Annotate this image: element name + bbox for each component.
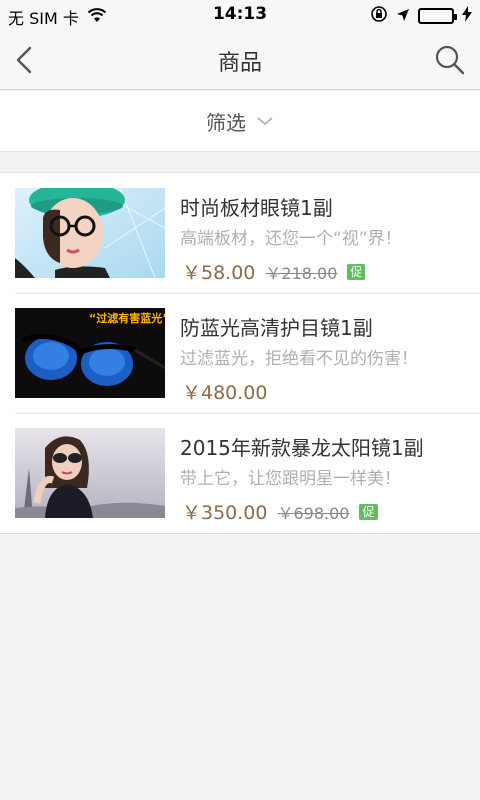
charging-icon — [462, 6, 472, 26]
product-item[interactable]: 2015年新款暴龙太阳镜1副 带上它，让您跟明星一样美！ ￥350.00 ￥69… — [0, 413, 480, 533]
product-image — [15, 188, 165, 278]
thumb-caption: “过滤有害蓝光” — [89, 312, 165, 325]
search-icon — [435, 45, 465, 75]
rotation-lock-icon — [370, 5, 388, 27]
product-name: 2015年新款暴龙太阳镜1副 — [180, 436, 424, 460]
product-name: 时尚板材眼镜1副 — [180, 196, 333, 220]
product-description: 带上它，让您跟明星一样美！ — [180, 469, 401, 489]
nav-bar: 商品 — [0, 30, 480, 90]
product-price: ￥350.00 — [182, 502, 268, 524]
chevron-down-icon — [257, 117, 273, 126]
page-title: 商品 — [217, 51, 262, 76]
product-description: 过滤蓝光，拒绝看不见的伤害！ — [180, 349, 418, 369]
status-bar: 无 SIM 卡 14:13 — [0, 0, 480, 30]
battery-icon — [418, 8, 457, 24]
filter-dropdown[interactable]: 筛选 — [0, 91, 480, 152]
product-price: ￥480.00 — [182, 382, 268, 404]
promo-badge: 促 — [347, 263, 366, 280]
filter-label: 筛选 — [206, 110, 246, 135]
original-price: ￥698.00 — [277, 503, 350, 523]
promo-badge: 促 — [359, 503, 378, 520]
product-price: ￥58.00 — [182, 262, 256, 284]
original-price: ￥218.00 — [265, 263, 338, 283]
product-image: “过滤有害蓝光” — [15, 308, 165, 398]
product-item[interactable]: 时尚板材眼镜1副 高端板材，还您一个“视”界！ ￥58.00 ￥218.00 促 — [0, 173, 480, 293]
product-list: 时尚板材眼镜1副 高端板材，还您一个“视”界！ ￥58.00 ￥218.00 促… — [0, 172, 480, 534]
search-button[interactable] — [430, 40, 470, 80]
location-icon — [396, 7, 410, 26]
product-image — [15, 428, 165, 518]
product-name: 防蓝光高清护目镜1副 — [180, 316, 373, 340]
product-item[interactable]: “过滤有害蓝光” 防蓝光高清护目镜1副 过滤蓝光，拒绝看不见的伤害！ ￥480.… — [0, 293, 480, 413]
product-description: 高端板材，还您一个“视”界！ — [180, 229, 402, 249]
